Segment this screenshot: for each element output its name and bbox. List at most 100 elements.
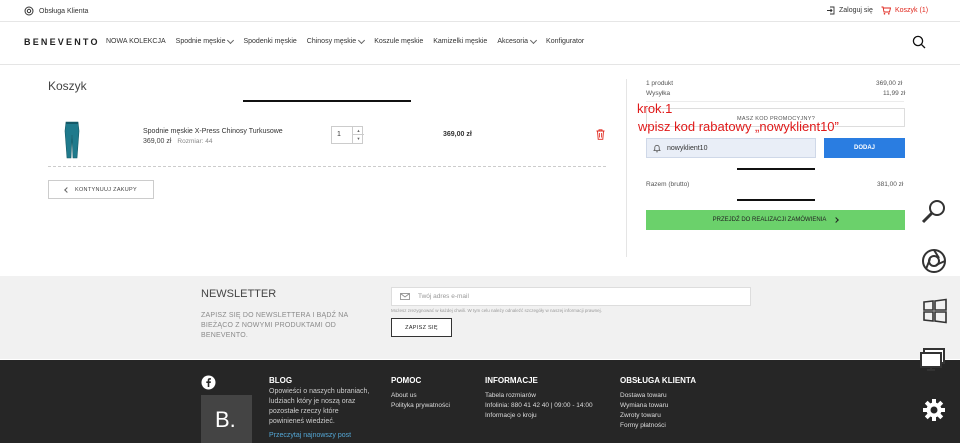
product-size: Rozmiar: 44: [177, 138, 213, 145]
nav-item-label: Spodenki męskie: [243, 38, 297, 45]
footer-link[interactable]: About us: [391, 392, 450, 399]
footer-link[interactable]: Formy płatności: [620, 422, 668, 429]
chevron-down-icon: [358, 36, 366, 44]
product-name[interactable]: Spodnie męskie X-Press Chinosy Turkusowe: [143, 128, 283, 135]
footer-service-title: OBSŁUGA KLIENTA: [620, 376, 696, 385]
annotation-instruction: wpisz kod rabatowy „nowyklient10”: [638, 119, 839, 134]
brand-logo[interactable]: BENEVENTO: [24, 37, 100, 47]
products-value: 369,00 zł: [876, 80, 903, 87]
gear-icon[interactable]: [922, 398, 946, 422]
login-label: Zaloguj się: [839, 7, 873, 14]
scribble-line-2: [737, 168, 815, 170]
nav-item[interactable]: Konfigurator: [546, 38, 584, 45]
chevron-right-icon: [833, 217, 840, 223]
continue-shopping-label: KONTYNUUJ ZAKUPY: [75, 186, 137, 193]
monitor-icon[interactable]: [920, 348, 948, 372]
shipping-label: Wysyłka: [646, 90, 671, 97]
nav-item-label: Spodnie męskie: [175, 38, 226, 45]
newsletter-disclaimer: Możesz zrezygnować w każdej chwili. W ty…: [391, 308, 602, 313]
nav-item[interactable]: Koszule męskie: [374, 38, 423, 45]
page-title: Koszyk: [48, 79, 87, 93]
newsletter-placeholder: Twój adres e-mail: [418, 293, 469, 300]
product-thumbnail[interactable]: [62, 121, 82, 159]
footer-link[interactable]: Infolinia: 880 41 42 40 | 09:00 - 14:00: [485, 402, 593, 409]
login-icon: [827, 6, 835, 15]
nav-item-label: Konfigurator: [546, 38, 585, 45]
subscribe-button[interactable]: ZAPISZ SIĘ: [391, 318, 452, 337]
magnifier-icon[interactable]: [920, 198, 948, 226]
help-link[interactable]: Obsługa Klienta: [24, 6, 88, 16]
scribble-line-3: [737, 199, 815, 201]
footer-blog-title: BLOG: [269, 376, 293, 385]
windows-logo-icon[interactable]: [922, 298, 948, 324]
newsletter-email-input[interactable]: Twój adres e-mail: [391, 287, 751, 306]
nav-divider: [0, 64, 960, 65]
login-link[interactable]: Zaloguj się: [826, 6, 873, 15]
quantity-stepper[interactable]: 1 ▲ ▼: [331, 126, 364, 144]
summary-divider: [646, 101, 904, 102]
top-bar: Obsługa Klienta Zaloguj się Koszyk (1): [0, 0, 960, 22]
main-nav: NOWA KOLEKCJA Spodnie męskie Spodenki męsk…: [106, 36, 584, 45]
footer-help-title: POMOC: [391, 376, 422, 385]
chevron-down-icon: [530, 36, 538, 44]
footer-link[interactable]: Tabela rozmiarów: [485, 392, 593, 399]
footer-blog-link[interactable]: Przeczytaj najnowszy post: [269, 432, 351, 439]
quantity-down-icon[interactable]: ▼: [353, 135, 364, 143]
footer-service-list: Dostawa towaru Wymiana towaru Zwroty towar…: [620, 392, 668, 432]
blog-logo-tile: B.: [201, 395, 252, 443]
facebook-icon[interactable]: [201, 375, 216, 390]
footer-link[interactable]: Informacje o kroju: [485, 412, 593, 419]
nav-item-label: Kamizelki męskie: [433, 38, 488, 45]
quantity-value[interactable]: 1: [337, 131, 341, 138]
footer: [0, 360, 960, 443]
line-total: 369,00 zł: [443, 131, 472, 138]
nav-item-label: Koszule męskie: [374, 38, 424, 45]
browser-globe-icon[interactable]: [920, 247, 948, 275]
annotation-step: krok.1: [637, 101, 673, 116]
nav-item[interactable]: Akcesoria: [497, 36, 538, 45]
footer-info-list: Tabela rozmiarów Infolinia: 880 41 42 40 …: [485, 392, 593, 422]
product-meta: 369,00 zł Rozmiar: 44: [143, 138, 212, 145]
bell-icon: [653, 144, 661, 152]
newsletter-text: ZAPISZ SIĘ DO NEWSLETTERA I BĄDŹ NA BIEŻ…: [201, 312, 349, 339]
total-value: 381,00 zł: [877, 181, 904, 188]
chevron-left-icon: [64, 186, 70, 193]
blog-logo-letter: B.: [215, 407, 236, 432]
cart-icon: [881, 6, 891, 15]
envelope-icon: [400, 293, 410, 300]
promo-code-value: nowyklient10: [667, 144, 708, 152]
nav-item-label: Chinosy męskie: [306, 38, 357, 45]
help-label: Obsługa Klienta: [39, 7, 89, 15]
nav-item[interactable]: Spodenki męskie: [243, 38, 296, 45]
footer-link[interactable]: Zwroty towaru: [620, 412, 668, 419]
cart-divider: [48, 166, 606, 167]
product-price: 369,00 zł: [143, 138, 172, 145]
nav-item[interactable]: Chinosy męskie: [306, 36, 366, 45]
footer-help-list: About us Polityka prywatności: [391, 392, 450, 412]
column-divider: [626, 79, 627, 257]
footer-link[interactable]: Polityka prywatności: [391, 402, 450, 409]
nav-item-label: NOWA KOLEKCJA: [106, 38, 166, 45]
trash-icon[interactable]: [596, 129, 605, 140]
search-icon[interactable]: [912, 35, 926, 49]
nav-item[interactable]: Kamizelki męskie: [433, 38, 487, 45]
nav-item[interactable]: NOWA KOLEKCJA: [106, 38, 166, 45]
quantity-up-icon[interactable]: ▲: [353, 127, 364, 135]
checkout-label: PRZEJDŹ DO REALIZACJI ZAMÓWIENIA: [712, 217, 827, 223]
scribble-line: [243, 100, 411, 102]
promo-code-input[interactable]: nowyklient10: [646, 138, 816, 158]
continue-shopping-button[interactable]: KONTYNUUJ ZAKUPY: [48, 180, 154, 199]
lifebuoy-icon: [24, 6, 34, 16]
newsletter-title: NEWSLETTER: [201, 288, 277, 300]
quantity-arrows: ▲ ▼: [352, 127, 364, 143]
footer-link[interactable]: Dostawa towaru: [620, 392, 668, 399]
footer-info-title: INFORMACJE: [485, 376, 538, 385]
cart-link[interactable]: Koszyk (1): [881, 6, 928, 15]
footer-blog-text: Opowieści o naszych ubraniach, ludziach …: [269, 388, 370, 425]
products-label: 1 produkt: [646, 80, 674, 87]
footer-link[interactable]: Wymiana towaru: [620, 402, 668, 409]
checkout-button[interactable]: PRZEJDŹ DO REALIZACJI ZAMÓWIENIA: [646, 210, 905, 230]
nav-item[interactable]: Spodnie męskie: [175, 36, 235, 45]
apply-promo-button[interactable]: DODAJ: [824, 138, 905, 158]
cart-label: Koszyk (1): [895, 7, 929, 14]
